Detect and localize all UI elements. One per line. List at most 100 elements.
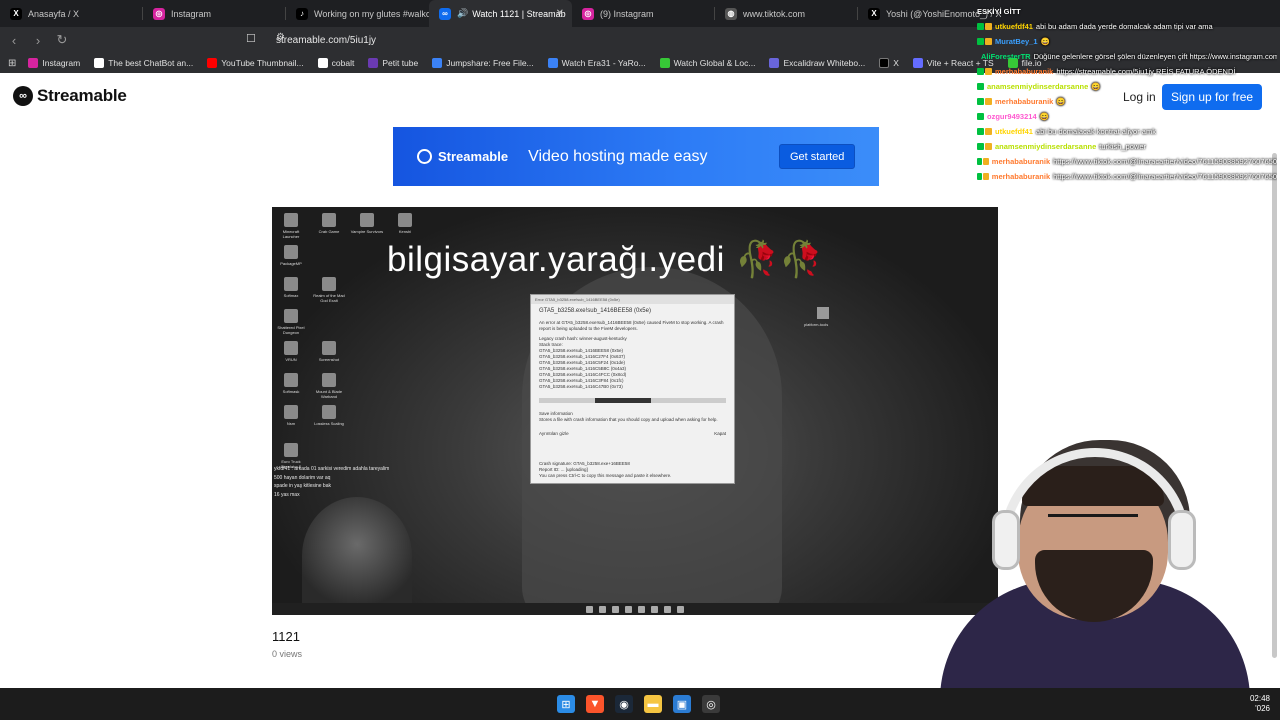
sub-badge-icon [985, 143, 992, 150]
desktop-app-icon [284, 405, 298, 419]
bookmark-petit-tube[interactable]: Petit tube [368, 58, 418, 68]
bookmark-label: X [893, 58, 899, 68]
apps-grid-icon[interactable]: ⊞ [8, 58, 16, 69]
bookmark-label: Instagram [42, 58, 81, 68]
system-clock[interactable]: 02:48 '026 [1250, 694, 1270, 714]
desktop-icon-label: Nsm [286, 421, 296, 426]
chatbot-icon [94, 58, 105, 68]
bookmark-jumpshare[interactable]: Jumpshare: Free File... [432, 58, 534, 68]
hide-details-toggle: Ayrıntıları gizle [539, 431, 569, 436]
desktop-icon-label: Minecraft Launcher [282, 229, 300, 239]
tab-tiktok-video[interactable]: ♪ Working on my glutes #walko [286, 0, 429, 27]
desktop-icon-label: Realm of the Mad God Exalt [313, 293, 345, 303]
promo-banner[interactable]: Streamable Video hosting made easy Get s… [393, 127, 879, 186]
steam-icon[interactable]: ◉ [615, 695, 633, 713]
bookmark-era31[interactable]: Watch Era31 - YaRo... [547, 58, 646, 68]
chat-header: ESKİYİ GİTT [977, 7, 1021, 16]
globe-icon: ◍ [725, 7, 737, 20]
chat-text: 😄 [1039, 112, 1049, 121]
mini-chat-line: spade in yaş kitlesine bak [274, 483, 331, 489]
tab-instagram[interactable]: ◎ Instagram [143, 0, 286, 27]
chat-username: merhababuranik [991, 172, 1051, 181]
chat-text: Düğüne gelenlere görsel şölen düzenleyen… [1033, 52, 1277, 61]
chat-message: merhababuranik https://www.tiktok.com/@l… [977, 154, 1277, 169]
mini-chat-line: 500 hayan dolarim var aq [274, 474, 331, 481]
mod-badge-icon [977, 143, 984, 150]
video-mini-chat: ykfdf41 : arkada 01 sarkisi veredim adah… [274, 465, 454, 499]
bookmark-youtube-thumbnail[interactable]: YouTube Thumbnail... [207, 58, 304, 68]
video-player[interactable]: Minecraft Launcher Crab Game Vampire Sur… [272, 207, 998, 615]
chat-text: 😄 [1091, 82, 1101, 91]
url-text: streamable.com/5iu1jy [276, 34, 377, 46]
sub-badge-icon [983, 173, 989, 180]
desktop-app-icon [284, 373, 298, 387]
windows-start-icon[interactable]: ⊞ [557, 695, 575, 713]
taskbar-app-icon [612, 605, 619, 613]
speaker-icon[interactable]: 🔊 [457, 8, 468, 19]
save-information: Save information Stores a file with cras… [531, 409, 734, 425]
chat-message: anamsenmiydinserdarsanne 😄 [977, 79, 1277, 94]
sub-badge-icon [985, 68, 992, 75]
chat-message: merhababuranik https://www.tiktok.com/@l… [977, 169, 1277, 184]
tab-instagram-9[interactable]: ◎ (9) Instagram [572, 0, 715, 27]
x-logo-icon: X [868, 7, 880, 20]
streamable-logo[interactable]: ∞ Streamable [13, 86, 127, 106]
file-explorer-icon[interactable]: ▬ [644, 695, 662, 713]
overlay-caption-text: bilgisayar.yarağı.yedi [387, 240, 725, 279]
desktop-app-icon [284, 213, 298, 227]
brave-icon[interactable]: ▼ [586, 695, 604, 713]
video-overlay-caption: bilgisayar.yarağı.yedi 🥀🥀 [387, 239, 823, 280]
chat-text: abi bu adam dada yerde domalcak adam tip… [1035, 22, 1213, 31]
tab-tiktok-com[interactable]: ◍ www.tiktok.com [715, 0, 858, 27]
chat-message: MuratBey_1 😄 [977, 34, 1277, 49]
logo-text: Streamable [37, 86, 127, 105]
sub-badge-icon [985, 98, 992, 105]
store-icon[interactable]: ▣ [673, 695, 691, 713]
petit-tube-icon [368, 58, 379, 68]
mod-badge-icon [977, 128, 984, 135]
sub-badge-icon [985, 128, 992, 135]
address-bar[interactable]: streamable.com/5iu1jy [246, 30, 966, 50]
jumpshare-icon [432, 58, 443, 68]
forward-icon[interactable]: › [28, 30, 48, 50]
upload-progress-bar [539, 398, 726, 403]
dialog-actions: Ayrıntıları gizle Kapat [531, 429, 734, 439]
desktop-icon-label: VRUN [285, 357, 297, 362]
page-scrollbar[interactable] [1272, 153, 1277, 658]
windows-start-icon [586, 605, 593, 613]
bookmark-cobalt[interactable]: cobalt [317, 58, 354, 68]
close-tab-icon[interactable]: ✕ [556, 8, 564, 19]
taskbar-icons: ⊞ ▼ ◉ ▬ ▣ ◎ [557, 695, 720, 713]
get-started-button[interactable]: Get started [779, 144, 856, 169]
back-icon[interactable]: ‹ [4, 30, 24, 50]
chat-username: merhababuranik [991, 157, 1051, 166]
bookmark-excalidraw[interactable]: Excalidraw Whitebo... [769, 58, 865, 68]
tab-anasayfa-x[interactable]: X Anasayfa / X [0, 0, 143, 27]
chrome-icon[interactable]: ◎ [702, 695, 720, 713]
streamer-webcam [940, 440, 1250, 688]
taskbar-app-icon [638, 605, 645, 613]
instagram-icon: ◎ [582, 7, 594, 20]
video-view-count: 0 views [272, 649, 303, 659]
tab-streamable-active[interactable]: ∞ 🔊 Watch 1121 | Streamab ✕ [429, 0, 572, 27]
bookmark-global-local[interactable]: Watch Global & Loc... [659, 58, 755, 68]
bookmark-chatbot[interactable]: The best ChatBot an... [94, 58, 193, 68]
desktop-icon-label: Softmax [283, 293, 299, 298]
desktop-app-icon [322, 277, 336, 291]
chat-message: merhababuranik https://streamable.com/5i… [977, 64, 1277, 79]
chat-message: utkuefdf41 abi bu domalacak kontrat aliy… [977, 124, 1277, 139]
sub-badge-icon [985, 23, 992, 30]
dialog-title: GTA5_b3258.exe!sub_1416BEE58 (0x5e) [539, 308, 651, 314]
tiktok-icon: ♪ [296, 7, 308, 20]
chat-text: https://streamable.com/5iu1jy REİS FATUR… [1056, 67, 1236, 76]
bookmark-x[interactable]: X [879, 58, 899, 68]
desktop-icon-label: Softmask [282, 389, 300, 394]
desktop-app-icon [322, 405, 336, 419]
bookmark-instagram[interactable]: Instagram [28, 58, 80, 68]
reload-icon[interactable]: ↻ [52, 30, 72, 50]
folder-icon [817, 307, 829, 319]
desktop-app-icon [322, 373, 336, 387]
chat-username: merhababuranik [995, 67, 1054, 76]
tab-label: Working on my glutes #walko [314, 8, 429, 19]
mod-badge-icon [977, 23, 984, 30]
